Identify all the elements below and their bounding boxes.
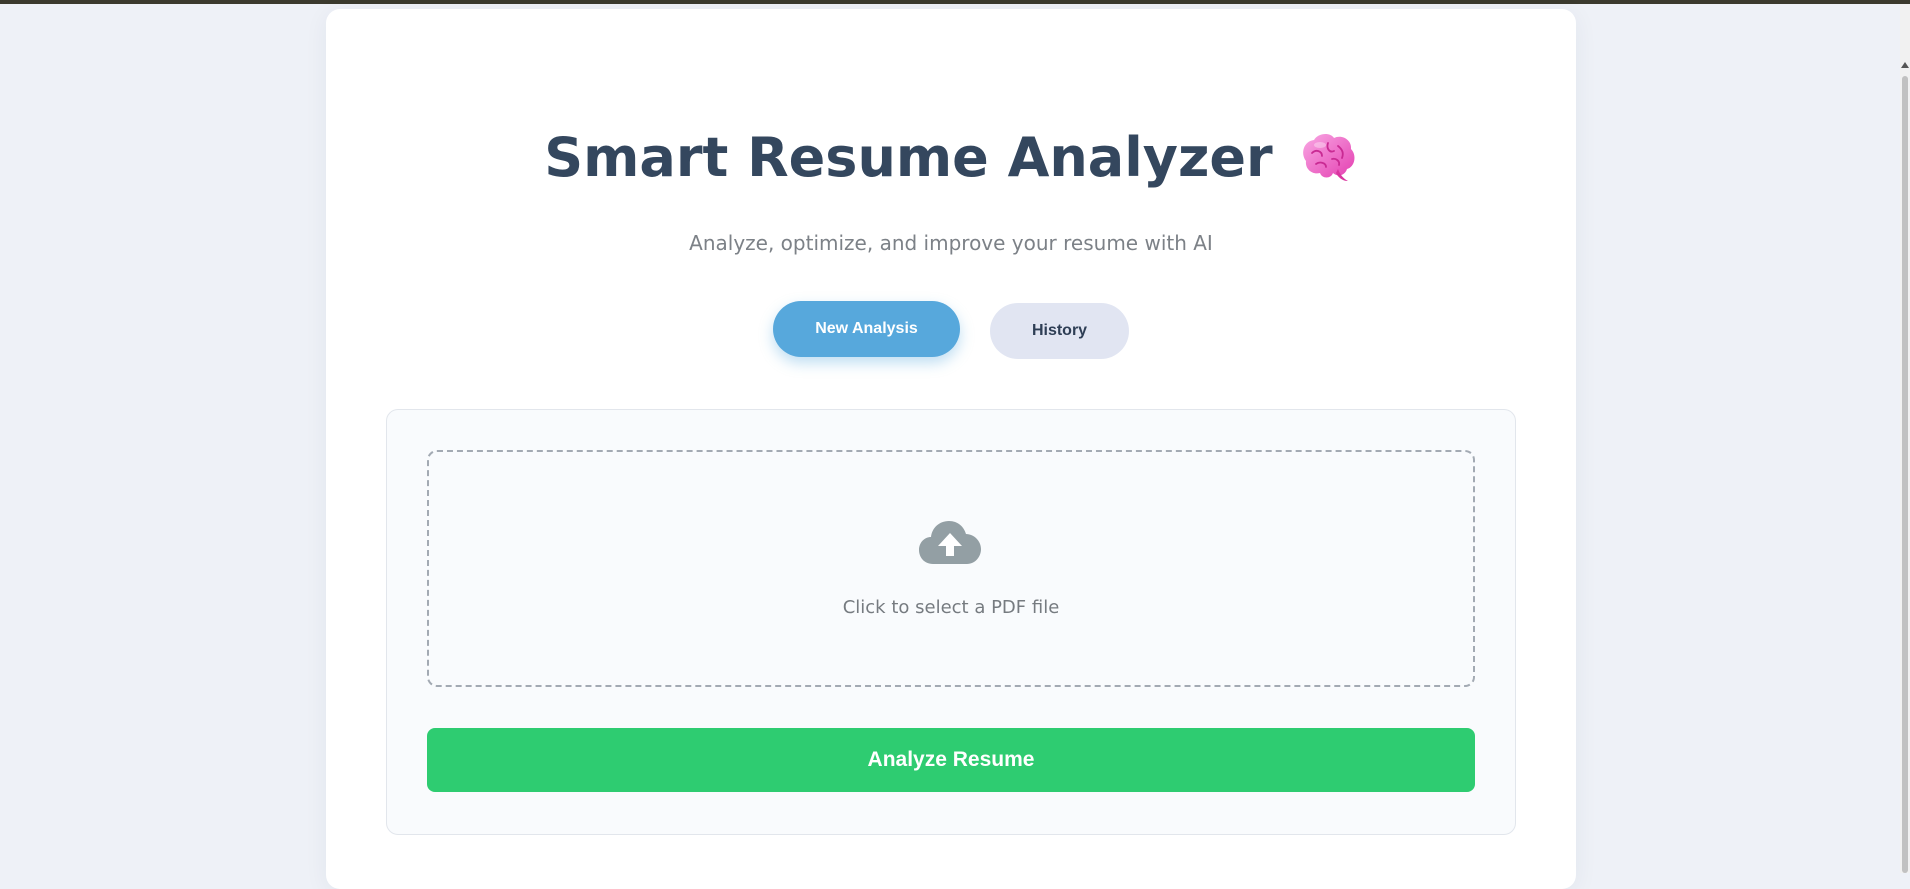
- page-scrollbar[interactable]: [1900, 4, 1910, 873]
- brain-icon: [1298, 131, 1358, 185]
- new-analysis-tab[interactable]: New Analysis: [773, 301, 960, 357]
- history-tab[interactable]: History: [990, 303, 1129, 359]
- main-card: Smart Resume Analyzer Analyze, optimize,…: [326, 9, 1576, 889]
- scroll-up-arrow-icon[interactable]: [1901, 62, 1909, 68]
- page-title: Smart Resume Analyzer: [544, 126, 1273, 189]
- dropzone-label: Click to select a PDF file: [842, 597, 1060, 618]
- new-analysis-label: New Analysis: [815, 320, 918, 337]
- scrollbar-thumb[interactable]: [1902, 76, 1908, 873]
- cloud-upload-icon: [919, 520, 981, 564]
- analyze-resume-label: Analyze Resume: [867, 748, 1035, 771]
- history-label: History: [1031, 322, 1088, 339]
- pdf-dropzone[interactable]: Click to select a PDF file: [427, 450, 1475, 687]
- page-subtitle: Analyze, optimize, and improve your resu…: [689, 231, 1213, 255]
- title-row: Smart Resume Analyzer: [326, 126, 1576, 189]
- analyze-resume-button[interactable]: Analyze Resume: [427, 728, 1475, 792]
- upload-panel: Click to select a PDF file Analyze Resum…: [386, 409, 1516, 835]
- window-top-border: [0, 0, 1910, 4]
